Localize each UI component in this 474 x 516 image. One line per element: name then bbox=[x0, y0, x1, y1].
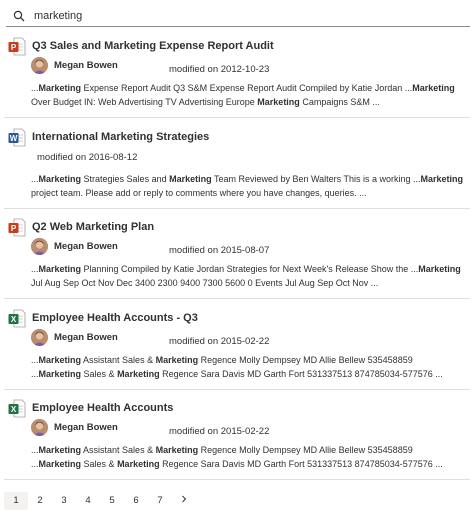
svg-text:X: X bbox=[11, 315, 17, 324]
svg-text:P: P bbox=[11, 43, 17, 52]
summary-text: Sales & bbox=[81, 369, 118, 379]
search-box[interactable] bbox=[6, 5, 470, 27]
result-author: Megan Bowen bbox=[54, 60, 118, 71]
result-modified-date: modified on 2016-08-12 bbox=[37, 152, 138, 163]
result-author: Megan Bowen bbox=[54, 332, 118, 343]
summary-text: Assistant Sales & bbox=[81, 445, 156, 455]
powerpoint-file-icon: P bbox=[8, 218, 26, 237]
summary-highlight: Marketing bbox=[38, 459, 82, 469]
summary-highlight: Marketing bbox=[412, 83, 455, 93]
result-summary-line: Over Budget IN: Web Advertising TV Adver… bbox=[31, 95, 463, 110]
result-modified-date: modified on 2015-02-22 bbox=[169, 426, 270, 437]
page-button-5[interactable]: 5 bbox=[100, 492, 124, 510]
avatar bbox=[31, 329, 48, 346]
result-modified-date: modified on 2015-02-22 bbox=[169, 336, 270, 347]
svg-text:P: P bbox=[11, 224, 17, 233]
result-title[interactable]: Employee Health Accounts - Q3 bbox=[32, 312, 198, 324]
summary-text: Regence Sara Davis MD Garth Fort 5313375… bbox=[159, 459, 443, 469]
result-divider bbox=[4, 208, 470, 209]
summary-highlight: Marketing bbox=[418, 264, 461, 274]
result-divider bbox=[4, 298, 470, 299]
summary-highlight: Marketing bbox=[38, 174, 82, 184]
result-summary-line: ...Marketing Assistant Sales & Marketing… bbox=[31, 353, 463, 368]
summary-text: Assistant Sales & bbox=[81, 355, 156, 365]
summary-text: Strategies Sales and bbox=[81, 174, 170, 184]
page-button-3[interactable]: 3 bbox=[52, 492, 76, 510]
summary-text: Team Reviewed by Ben Walters This is a w… bbox=[211, 174, 421, 184]
avatar bbox=[31, 419, 48, 436]
search-input[interactable] bbox=[32, 5, 452, 26]
summary-highlight: Marketing bbox=[38, 83, 82, 93]
excel-file-icon: X bbox=[8, 309, 26, 328]
summary-highlight: Marketing bbox=[38, 355, 82, 365]
result-title[interactable]: Q3 Sales and Marketing Expense Report Au… bbox=[32, 40, 274, 52]
summary-text: ... bbox=[31, 445, 39, 455]
summary-highlight: Marketing bbox=[117, 369, 160, 379]
result-summary-line: ...Marketing Sales & Marketing Regence S… bbox=[31, 367, 463, 382]
result-summary-line: project team. Please add or reply to com… bbox=[31, 186, 463, 201]
svg-text:X: X bbox=[11, 405, 17, 414]
result-divider bbox=[4, 479, 470, 480]
result-divider bbox=[4, 389, 470, 390]
svg-text:W: W bbox=[10, 134, 18, 143]
summary-text: Campaigns S&M ... bbox=[299, 97, 380, 107]
result-author: Megan Bowen bbox=[54, 241, 118, 252]
summary-highlight: Marketing bbox=[155, 355, 199, 365]
summary-text: Expense Report Audit Q3 S&M Expense Repo… bbox=[81, 83, 413, 93]
page-button-6[interactable]: 6 bbox=[124, 492, 148, 510]
word-file-icon: W bbox=[8, 128, 26, 147]
summary-text: ... bbox=[31, 83, 39, 93]
result-summary-line: ...Marketing Sales & Marketing Regence S… bbox=[31, 457, 463, 472]
page-button-2[interactable]: 2 bbox=[28, 492, 52, 510]
summary-text: ... bbox=[31, 459, 39, 469]
powerpoint-file-icon: P bbox=[8, 37, 26, 56]
summary-text: Planning Compiled by Katie Jordan Strate… bbox=[81, 264, 419, 274]
summary-text: Regence Sara Davis MD Garth Fort 5313375… bbox=[159, 369, 443, 379]
avatar bbox=[31, 57, 48, 74]
avatar bbox=[31, 238, 48, 255]
pagination: 1234567 bbox=[4, 491, 196, 511]
summary-text: project team. Please add or reply to com… bbox=[31, 188, 367, 198]
result-summary-line: ...Marketing Expense Report Audit Q3 S&M… bbox=[31, 81, 463, 96]
page-button-7[interactable]: 7 bbox=[148, 492, 172, 510]
result-summary-line: ...Marketing Planning Compiled by Katie … bbox=[31, 262, 463, 277]
result-divider bbox=[4, 117, 470, 118]
summary-text: Regence Molly Dempsey MD Allie Bellew 53… bbox=[198, 445, 413, 455]
result-title[interactable]: Q2 Web Marketing Plan bbox=[32, 221, 154, 233]
chevron-right-icon[interactable] bbox=[172, 492, 196, 510]
summary-text: ... bbox=[31, 369, 39, 379]
summary-highlight: Marketing bbox=[169, 174, 212, 184]
summary-text: ... bbox=[31, 174, 39, 184]
summary-highlight: Marketing bbox=[38, 445, 82, 455]
summary-highlight: Marketing bbox=[117, 459, 160, 469]
result-summary-line: ...Marketing Strategies Sales and Market… bbox=[31, 172, 463, 187]
result-summary-line: ...Marketing Assistant Sales & Marketing… bbox=[31, 443, 463, 458]
summary-highlight: Marketing bbox=[38, 264, 82, 274]
result-title[interactable]: International Marketing Strategies bbox=[32, 131, 209, 143]
summary-highlight: Marketing bbox=[155, 445, 199, 455]
result-summary-line: Jul Aug Sep Oct Nov Dec 3400 2300 9400 7… bbox=[31, 276, 463, 291]
search-icon bbox=[6, 5, 32, 27]
summary-text: Over Budget IN: Web Advertising TV Adver… bbox=[31, 97, 258, 107]
summary-highlight: Marketing bbox=[420, 174, 463, 184]
result-modified-date: modified on 2015-08-07 bbox=[169, 245, 270, 256]
summary-text: Jul Aug Sep Oct Nov Dec 3400 2300 9400 7… bbox=[31, 278, 379, 288]
summary-text: Regence Molly Dempsey MD Allie Bellew 53… bbox=[198, 355, 413, 365]
summary-highlight: Marketing bbox=[257, 97, 300, 107]
result-title[interactable]: Employee Health Accounts bbox=[32, 402, 173, 414]
summary-text: Sales & bbox=[81, 459, 118, 469]
excel-file-icon: X bbox=[8, 399, 26, 418]
page-button-4[interactable]: 4 bbox=[76, 492, 100, 510]
summary-text: ... bbox=[31, 355, 39, 365]
summary-highlight: Marketing bbox=[38, 369, 82, 379]
result-modified-date: modified on 2012-10-23 bbox=[169, 64, 270, 75]
page-button-1[interactable]: 1 bbox=[4, 492, 28, 510]
result-author: Megan Bowen bbox=[54, 422, 118, 433]
summary-text: ... bbox=[31, 264, 39, 274]
